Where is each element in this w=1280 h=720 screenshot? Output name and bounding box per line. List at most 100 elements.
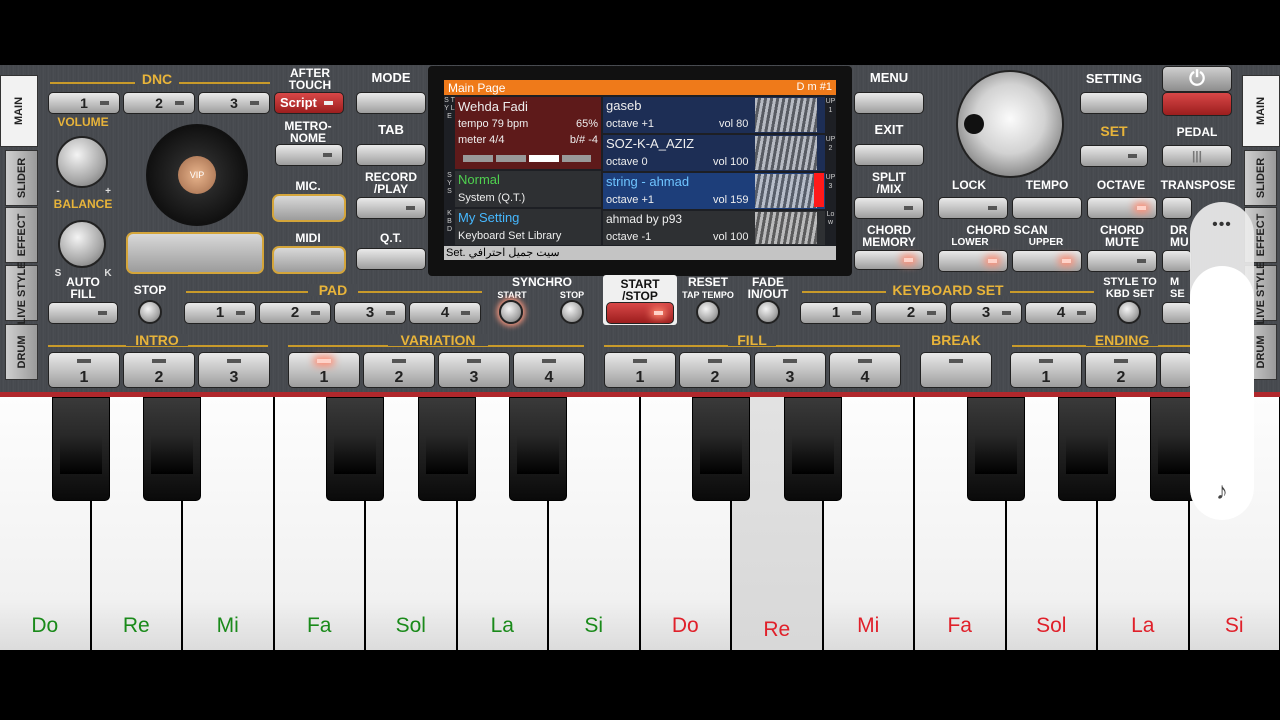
black-key[interactable] xyxy=(143,397,201,501)
split-mix-button[interactable] xyxy=(854,197,924,219)
mic-button[interactable] xyxy=(272,194,346,222)
black-key[interactable] xyxy=(783,397,842,501)
kbd-set-3-button[interactable]: 3 xyxy=(950,302,1022,324)
intro-2-button[interactable]: 2 xyxy=(123,352,195,388)
synchro-stop-knob[interactable] xyxy=(560,300,584,324)
tab-label: TAB xyxy=(378,122,404,137)
overlay-menu-icon[interactable]: ••• xyxy=(1190,216,1254,234)
balance-knob[interactable] xyxy=(58,220,106,268)
dnc-2-button[interactable]: 2 xyxy=(123,92,195,114)
part-low[interactable]: ahmad by p93 octave -1 vol 100 xyxy=(603,211,825,245)
volume-slider[interactable]: ♪ xyxy=(1190,266,1254,520)
power-button[interactable]: ⏻ xyxy=(1162,66,1232,92)
intro-3-button[interactable]: 3 xyxy=(198,352,270,388)
part-up3[interactable]: string - ahmad octave +1 vol 159 xyxy=(603,173,825,209)
tab-slider-right[interactable]: SLIDER xyxy=(1244,150,1277,206)
start-stop-button[interactable] xyxy=(606,302,674,324)
fade-label: FADE IN/OUT xyxy=(747,275,789,301)
tab-live-style-left[interactable]: LIVE STYLE xyxy=(5,262,38,324)
dnc-1-button[interactable]: 1 xyxy=(48,92,120,114)
octave-button[interactable] xyxy=(1087,197,1157,219)
tab-main-left[interactable]: MAIN xyxy=(0,75,38,147)
black-key[interactable] xyxy=(692,397,750,501)
pad-2-button[interactable]: 2 xyxy=(259,302,331,324)
variation-3-button[interactable]: 3 xyxy=(438,352,510,388)
part-up1-octave: octave +1 xyxy=(606,118,655,130)
pad-stop-knob[interactable] xyxy=(138,300,162,324)
fill-3-button[interactable]: 3 xyxy=(754,352,826,388)
tab-effect-left[interactable]: EFFECT xyxy=(5,207,38,263)
black-key[interactable] xyxy=(51,397,110,501)
set-bar[interactable]: Set. سيت جميل احترافي xyxy=(444,246,836,260)
script-button[interactable]: Script xyxy=(274,92,344,114)
break-button[interactable] xyxy=(920,352,992,388)
dnc-3-label: 3 xyxy=(230,95,238,111)
chord-mute-button[interactable] xyxy=(1087,250,1157,272)
black-key[interactable] xyxy=(326,397,384,501)
m-set-button[interactable] xyxy=(1162,302,1192,324)
dnc-3-button[interactable]: 3 xyxy=(198,92,270,114)
style-to-kbd-knob[interactable] xyxy=(1117,300,1141,324)
variation-4-button[interactable]: 4 xyxy=(513,352,585,388)
record-play-button[interactable] xyxy=(356,197,426,219)
ending-3-button[interactable] xyxy=(1160,352,1192,388)
tempo-button[interactable] xyxy=(1012,197,1082,219)
kbd-set-1-button[interactable]: 1 xyxy=(800,302,872,324)
intro-1-button[interactable]: 1 xyxy=(48,352,120,388)
drum-mute-button[interactable] xyxy=(1162,250,1192,272)
fade-knob[interactable] xyxy=(756,300,780,324)
pad-3-button[interactable]: 3 xyxy=(334,302,406,324)
black-key[interactable] xyxy=(417,397,476,501)
key-note-label: Re xyxy=(763,618,791,641)
system-panel[interactable]: Normal System (Q.T.) xyxy=(455,171,601,207)
power-red-button[interactable] xyxy=(1162,92,1232,116)
set-button[interactable] xyxy=(1080,145,1148,167)
metronome-button[interactable] xyxy=(275,144,343,166)
exit-label: EXIT xyxy=(874,122,904,137)
midi-button[interactable] xyxy=(272,246,346,274)
reset-knob[interactable] xyxy=(696,300,720,324)
ending-1-button[interactable]: 1 xyxy=(1010,352,1082,388)
ending-2-button[interactable]: 2 xyxy=(1085,352,1157,388)
chord-memory-button[interactable] xyxy=(854,250,924,270)
chord-scan-lower-button[interactable] xyxy=(938,250,1008,272)
part-up2[interactable]: SOZ-K-A_AZIZ octave 0 vol 100 xyxy=(603,135,825,171)
volume-overlay[interactable]: ••• ♪ xyxy=(1190,202,1254,520)
setting-button[interactable] xyxy=(1080,92,1148,114)
variation-1-button[interactable]: 1 xyxy=(288,352,360,388)
kbd-set-2-button[interactable]: 2 xyxy=(875,302,947,324)
tab-main-right[interactable]: MAIN xyxy=(1242,75,1280,147)
black-key[interactable] xyxy=(509,397,567,501)
tab-slider-left[interactable]: SLIDER xyxy=(5,150,38,206)
mode-button[interactable] xyxy=(356,92,426,114)
fill-1-button[interactable]: 1 xyxy=(604,352,676,388)
fill-4-button[interactable]: 4 xyxy=(829,352,901,388)
up1-side-label: UP 1 xyxy=(825,98,836,114)
fill-2-button[interactable]: 2 xyxy=(679,352,751,388)
auto-fill-button[interactable] xyxy=(48,302,118,324)
pad-1-button[interactable]: 1 xyxy=(184,302,256,324)
black-key[interactable] xyxy=(966,397,1025,501)
keyboard-set-panel[interactable]: My Setting Keyboard Set Library xyxy=(455,209,601,245)
style-panel[interactable]: Wehda Fadi tempo 79 bpm 65% meter 4/4 b/… xyxy=(455,97,601,169)
pad-4-button[interactable]: 4 xyxy=(409,302,481,324)
chord-scan-upper-button[interactable] xyxy=(1012,250,1082,272)
kbd-set-4-button[interactable]: 4 xyxy=(1025,302,1097,324)
data-dial[interactable] xyxy=(956,70,1064,178)
synchro-start-knob[interactable] xyxy=(499,300,523,324)
part-low-image xyxy=(755,212,817,244)
variation-2-button[interactable]: 2 xyxy=(363,352,435,388)
menu-button[interactable] xyxy=(854,92,924,114)
pedal-button[interactable]: ||| xyxy=(1162,145,1232,167)
qt-button[interactable] xyxy=(356,248,426,270)
black-key[interactable] xyxy=(1058,397,1116,501)
tab-button[interactable] xyxy=(356,144,426,166)
volume-knob[interactable] xyxy=(56,136,108,188)
part-up1[interactable]: gaseb octave +1 vol 80 xyxy=(603,97,825,133)
vip-disc[interactable]: VIP xyxy=(146,124,248,226)
lock-button[interactable] xyxy=(938,197,1008,219)
exit-button[interactable] xyxy=(854,144,924,166)
tab-drum-left[interactable]: DRUM xyxy=(5,324,38,380)
transpose-button[interactable] xyxy=(1162,197,1192,219)
display-pad[interactable] xyxy=(126,232,264,274)
